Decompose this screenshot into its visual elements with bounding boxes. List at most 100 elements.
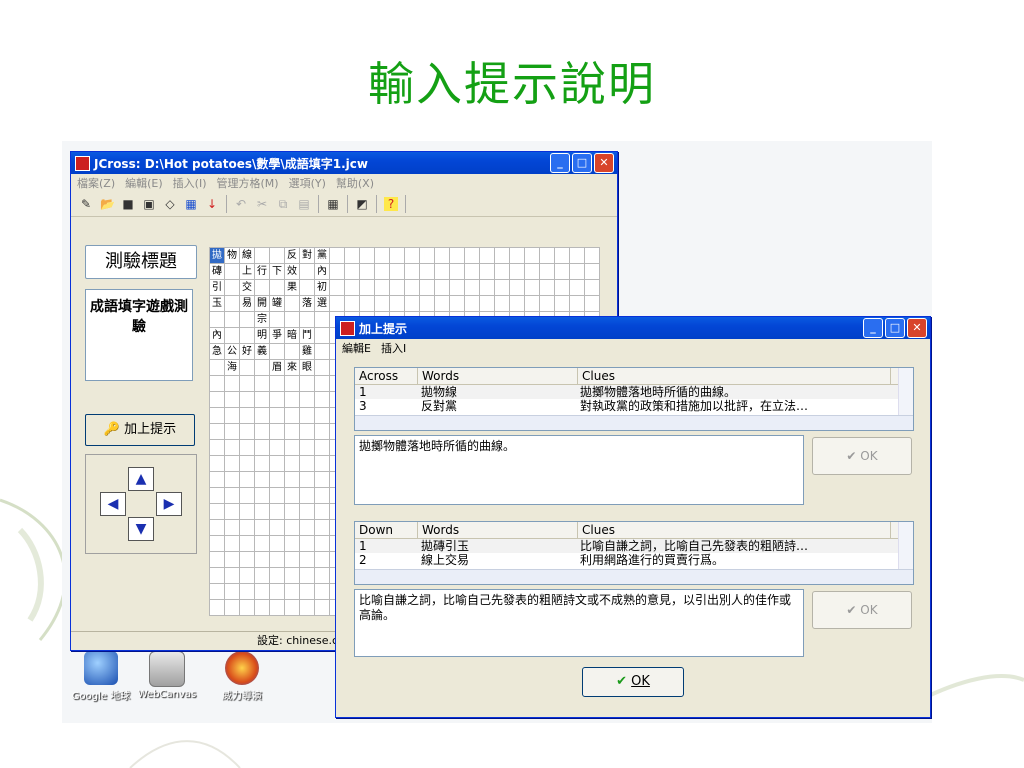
grid-cell[interactable]: 初 <box>314 279 330 296</box>
grid-cell[interactable] <box>224 599 240 616</box>
grid-cell[interactable] <box>539 263 555 280</box>
grid-cell[interactable] <box>314 487 330 504</box>
vertical-scrollbar[interactable] <box>898 368 913 416</box>
open-folder-icon[interactable]: 📂 <box>100 197 115 211</box>
grid-cell[interactable] <box>314 535 330 552</box>
grid-cell[interactable] <box>209 519 225 536</box>
grid-cell[interactable] <box>284 439 300 456</box>
grid-cell[interactable] <box>284 407 300 424</box>
menu-help[interactable]: 幫助(X) <box>336 175 374 191</box>
grid-cell[interactable] <box>554 279 570 296</box>
grid-cell[interactable] <box>329 295 345 312</box>
grid-cell[interactable] <box>479 295 495 312</box>
grid-cell[interactable]: 雞 <box>299 343 315 360</box>
grid-cell[interactable] <box>269 423 285 440</box>
grid-cell[interactable] <box>224 263 240 280</box>
grid-cell[interactable]: 來 <box>284 359 300 376</box>
grid-cell[interactable] <box>239 327 255 344</box>
grid-cell[interactable] <box>224 471 240 488</box>
menu-insert[interactable]: 插入I <box>381 340 406 356</box>
grid-cell[interactable] <box>254 423 270 440</box>
grid-cell[interactable]: 宗 <box>254 311 270 328</box>
grid-cell[interactable] <box>224 311 240 328</box>
grid-cell[interactable] <box>494 247 510 264</box>
desktop-icon-webcanvas[interactable]: WebCanvas <box>132 651 202 700</box>
grid-cell[interactable] <box>314 343 330 360</box>
grid-cell[interactable] <box>284 487 300 504</box>
grid-cell[interactable] <box>269 439 285 456</box>
grid-cell[interactable] <box>404 247 420 264</box>
grid-cell[interactable] <box>569 263 585 280</box>
grid-cell[interactable] <box>419 247 435 264</box>
grid-cell[interactable] <box>314 503 330 520</box>
grid-cell[interactable] <box>209 391 225 408</box>
grid-cell[interactable] <box>299 263 315 280</box>
grid-cell[interactable] <box>209 423 225 440</box>
grid-cell[interactable] <box>314 391 330 408</box>
grid-cell[interactable] <box>434 263 450 280</box>
grid-cell[interactable]: 磚 <box>209 263 225 280</box>
grid-cell[interactable] <box>239 423 255 440</box>
grid-cell[interactable]: 海 <box>224 359 240 376</box>
grid-cell[interactable]: 暗 <box>284 327 300 344</box>
grid-cell[interactable]: 下 <box>269 263 285 280</box>
grid-cell[interactable] <box>434 247 450 264</box>
grid-cell[interactable] <box>524 247 540 264</box>
grid-cell[interactable] <box>299 455 315 472</box>
grid-cell[interactable] <box>584 295 600 312</box>
grid-cell[interactable] <box>254 407 270 424</box>
grid-cell[interactable] <box>209 583 225 600</box>
grid-cell[interactable] <box>569 295 585 312</box>
grid-cell[interactable] <box>509 295 525 312</box>
grid-cell[interactable] <box>284 391 300 408</box>
grid-cell[interactable] <box>224 327 240 344</box>
maximize-button[interactable]: □ <box>885 318 905 338</box>
menu-edit[interactable]: 編輯E <box>342 340 371 356</box>
grid-cell[interactable] <box>209 359 225 376</box>
grid-cell[interactable] <box>314 455 330 472</box>
desktop-icon-google-earth[interactable]: Google 地球 <box>66 651 136 702</box>
arrow-down-icon[interactable]: ▼ <box>128 517 154 541</box>
grid-cell[interactable]: 易 <box>239 295 255 312</box>
grid-cell[interactable] <box>284 455 300 472</box>
grid-cell[interactable] <box>239 407 255 424</box>
grid-cell[interactable]: 黨 <box>314 247 330 264</box>
grid-cell[interactable] <box>269 455 285 472</box>
desktop-icon-powerdirector[interactable]: 威力導演 <box>207 651 277 702</box>
grid-cell[interactable] <box>284 503 300 520</box>
grid-cell[interactable] <box>269 279 285 296</box>
menu-manage-grid[interactable]: 管理方格(M) <box>217 175 279 191</box>
grid-cell[interactable] <box>314 407 330 424</box>
grid-cell[interactable] <box>284 551 300 568</box>
grid-cell[interactable] <box>359 279 375 296</box>
grid-cell[interactable]: 急 <box>209 343 225 360</box>
grid-cell[interactable] <box>209 487 225 504</box>
grid-cell[interactable] <box>449 247 465 264</box>
arrow-up-icon[interactable]: ▲ <box>128 467 154 491</box>
grid-cell[interactable] <box>374 247 390 264</box>
grid-cell[interactable] <box>524 279 540 296</box>
grid-cell[interactable] <box>314 439 330 456</box>
grid-cell[interactable] <box>254 519 270 536</box>
grid-cell[interactable] <box>239 471 255 488</box>
grid-cell[interactable] <box>509 279 525 296</box>
grid-cell[interactable] <box>449 295 465 312</box>
grid-cell[interactable] <box>524 295 540 312</box>
grid-cell[interactable] <box>299 599 315 616</box>
column-header[interactable]: Across <box>355 368 418 384</box>
save-icon[interactable]: ■ <box>121 197 135 211</box>
maximize-button[interactable]: □ <box>572 153 592 173</box>
grid-cell[interactable] <box>299 503 315 520</box>
grid-cell[interactable] <box>314 359 330 376</box>
grid-cell[interactable]: 內 <box>209 327 225 344</box>
grid-cell[interactable] <box>299 567 315 584</box>
down-clue-editor[interactable]: 比喻自謙之詞，比喻自己先發表的粗陋詩文或不成熟的意見，以引出別人的佳作或高論。 <box>354 589 804 657</box>
menu-edit[interactable]: 編輯(E) <box>125 175 163 191</box>
grid-cell[interactable] <box>209 599 225 616</box>
dialog-ok-button[interactable]: ✔ OK <box>582 667 684 697</box>
grid-cell[interactable] <box>314 599 330 616</box>
grid-cell[interactable] <box>494 295 510 312</box>
grid-cell[interactable] <box>389 295 405 312</box>
list-item[interactable]: 1 拋磚引玉 比喻自謙之詞，比喻自己先發表的粗陋詩… <box>355 539 913 553</box>
grid-cell[interactable] <box>374 295 390 312</box>
